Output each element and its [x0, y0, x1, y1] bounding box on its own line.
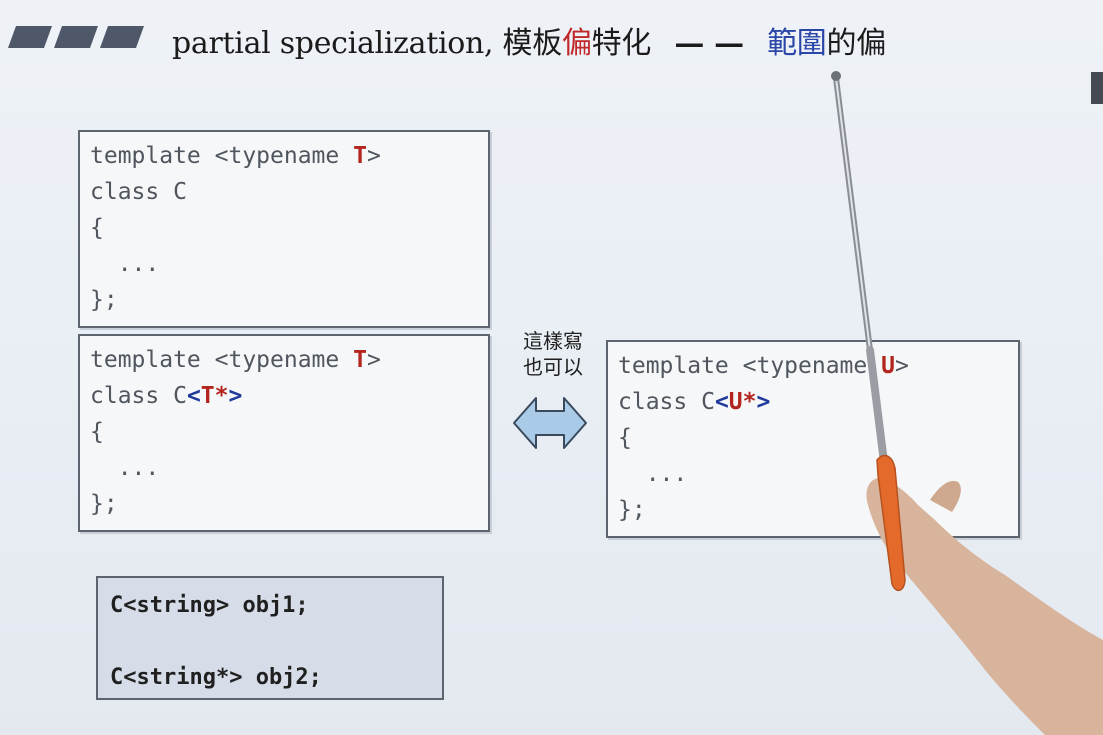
code-box-partial-specialization-t: template <typename T> class C<T*> { ... … [78, 334, 490, 532]
title-chinese-blue: 範圍 [767, 26, 827, 61]
code-line: template <typename T> [90, 347, 381, 373]
note-line-1: 這樣寫 [523, 329, 583, 353]
double-arrow-icon [513, 397, 587, 449]
title-dash: — — [674, 26, 744, 61]
code-line: { [90, 215, 104, 241]
code-line: class C [90, 179, 187, 205]
usage-example-box: C<string> obj1; C<string*> obj2; [96, 576, 444, 700]
code-box-partial-specialization-u: template <typename U> class C<U*> { ... … [606, 340, 1020, 538]
header-decoration-bars [7, 26, 145, 50]
title-english: partial specialization, [172, 26, 494, 61]
header-bar [99, 26, 145, 48]
code-line: class C<T*> [90, 383, 243, 409]
code-line: class C<U*> [618, 389, 771, 415]
code-line: { [90, 419, 104, 445]
code-line: template <typename T> [90, 143, 381, 169]
edge-marker [1091, 72, 1103, 104]
code-line: template <typename U> [618, 353, 909, 379]
code-box-primary-template: template <typename T> class C { ... }; [78, 130, 490, 328]
code-line: ... [618, 461, 688, 487]
header-bar [53, 26, 99, 48]
title-chinese-3: 的偏 [826, 26, 887, 61]
code-line: }; [90, 287, 118, 313]
code-line: C<string> obj1; [110, 593, 309, 618]
code-line: C<string*> obj2; [110, 665, 322, 690]
title-chinese-red: 偏 [561, 26, 592, 61]
title-chinese-2: 特化 [591, 26, 652, 61]
note-line-2: 也可以 [523, 355, 583, 379]
slide-title: partial specialization, 模板偏特化 — — 範圍的偏 [172, 18, 886, 62]
code-line: ... [90, 251, 160, 277]
equivalence-note: 這樣寫 也可以 [515, 328, 591, 380]
title-chinese-1: 模板 [502, 26, 563, 61]
header-bar [7, 26, 53, 48]
code-line: }; [90, 491, 118, 517]
code-line: { [618, 425, 632, 451]
code-line: }; [618, 497, 646, 523]
code-line: ... [90, 455, 160, 481]
